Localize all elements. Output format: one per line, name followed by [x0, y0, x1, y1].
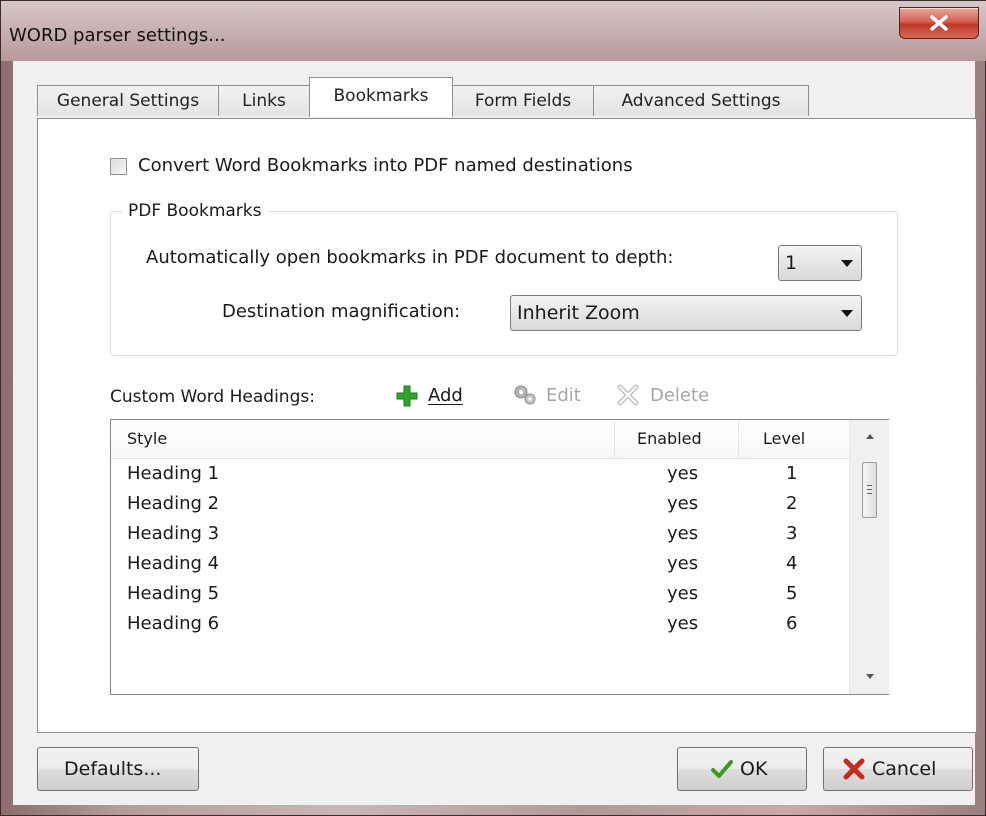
- scroll-up-arrow-icon[interactable]: [866, 434, 874, 439]
- column-header-style[interactable]: Style: [127, 420, 607, 458]
- tab-general-settings[interactable]: General Settings: [37, 85, 219, 116]
- headings-list[interactable]: Style Enabled Level Heading 1 yes 1 Head…: [110, 419, 889, 695]
- custom-headings-label: Custom Word Headings:: [110, 387, 315, 407]
- enabled-cell: yes: [667, 523, 699, 544]
- cancel-x-icon: [843, 758, 865, 780]
- enabled-cell: yes: [667, 493, 699, 514]
- ok-label: OK: [740, 758, 768, 780]
- close-button[interactable]: [899, 7, 979, 39]
- pdf-bookmarks-group-title: PDF Bookmarks: [122, 201, 268, 221]
- depth-select[interactable]: 1: [778, 245, 862, 281]
- level-cell: 2: [786, 493, 798, 514]
- list-scrollbar[interactable]: [849, 420, 889, 694]
- convert-bookmarks-label[interactable]: Convert Word Bookmarks into PDF named de…: [138, 155, 633, 176]
- list-header: Style Enabled Level: [111, 420, 849, 459]
- chevron-down-icon: [841, 260, 853, 267]
- title-bar[interactable]: WORD parser settings...: [1, 1, 986, 61]
- style-cell: Heading 1: [127, 463, 220, 484]
- magnification-label: Destination magnification:: [222, 301, 461, 322]
- cancel-button[interactable]: Cancel: [823, 747, 973, 791]
- level-cell: 1: [786, 463, 798, 484]
- depth-label: Automatically open bookmarks in PDF docu…: [146, 247, 674, 268]
- cancel-label: Cancel: [872, 758, 937, 780]
- dialog-window: WORD parser settings... General Settings…: [0, 0, 986, 816]
- scroll-thumb[interactable]: [862, 462, 877, 518]
- enabled-cell: yes: [667, 463, 699, 484]
- enabled-cell: yes: [667, 553, 699, 574]
- close-icon: [930, 15, 948, 31]
- style-cell: Heading 6: [127, 613, 220, 634]
- defaults-button[interactable]: Defaults...: [37, 747, 199, 791]
- depth-value: 1: [785, 252, 798, 274]
- table-row[interactable]: Heading 1 yes 1: [111, 459, 849, 489]
- style-cell: Heading 5: [127, 583, 220, 604]
- convert-bookmarks-checkbox[interactable]: [110, 158, 127, 175]
- tab-bookmarks[interactable]: Bookmarks: [309, 77, 453, 117]
- plus-icon: [396, 385, 418, 407]
- chevron-down-icon: [841, 310, 853, 317]
- column-header-level[interactable]: Level: [738, 420, 849, 458]
- delete-x-icon: [617, 384, 639, 406]
- table-row[interactable]: Heading 5 yes 5: [111, 579, 849, 609]
- pdf-bookmarks-group: [110, 211, 898, 356]
- level-cell: 6: [786, 613, 798, 634]
- enabled-cell: yes: [667, 583, 699, 604]
- tab-form-fields[interactable]: Form Fields: [452, 85, 594, 116]
- edit-label: Edit: [546, 385, 581, 406]
- style-cell: Heading 4: [127, 553, 220, 574]
- column-header-enabled[interactable]: Enabled: [614, 420, 738, 458]
- table-row[interactable]: Heading 4 yes 4: [111, 549, 849, 579]
- bookmarks-panel: Convert Word Bookmarks into PDF named de…: [37, 118, 977, 733]
- dialog-client: General Settings Links Bookmarks Form Fi…: [13, 61, 977, 805]
- scroll-down-arrow-icon[interactable]: [866, 674, 874, 679]
- style-cell: Heading 2: [127, 493, 220, 514]
- checkmark-icon: [711, 760, 733, 778]
- table-row[interactable]: Heading 6 yes 6: [111, 609, 849, 639]
- tab-links[interactable]: Links: [218, 85, 310, 116]
- gears-icon: [514, 385, 536, 405]
- magnification-select[interactable]: Inherit Zoom: [510, 295, 862, 331]
- table-row[interactable]: Heading 3 yes 3: [111, 519, 849, 549]
- magnification-value: Inherit Zoom: [517, 302, 640, 324]
- defaults-label: Defaults...: [64, 758, 162, 780]
- add-label: Add: [428, 385, 463, 406]
- level-cell: 4: [786, 553, 798, 574]
- window-title: WORD parser settings...: [9, 25, 226, 46]
- table-row[interactable]: Heading 2 yes 2: [111, 489, 849, 519]
- style-cell: Heading 3: [127, 523, 220, 544]
- ok-button[interactable]: OK: [677, 747, 807, 791]
- delete-label: Delete: [650, 385, 710, 406]
- level-cell: 3: [786, 523, 798, 544]
- tab-advanced-settings[interactable]: Advanced Settings: [593, 85, 809, 116]
- enabled-cell: yes: [667, 613, 699, 634]
- level-cell: 5: [786, 583, 798, 604]
